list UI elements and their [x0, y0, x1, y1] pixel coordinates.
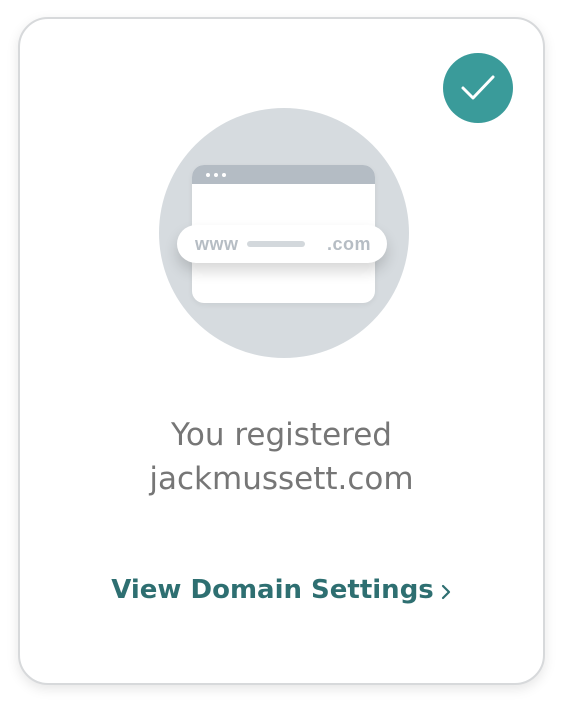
browser-title-bar: [192, 165, 375, 184]
link-label: View Domain Settings: [111, 575, 434, 605]
chevron-right-icon: [440, 582, 452, 602]
url-suffix: .com: [326, 233, 371, 254]
checkmark-icon: [461, 75, 495, 100]
message-line: You registered: [171, 417, 392, 453]
url-prefix: www: [195, 233, 239, 254]
window-dot-icon: [214, 172, 218, 177]
success-badge: [443, 53, 513, 123]
view-domain-settings-link[interactable]: View Domain Settings: [20, 575, 543, 605]
window-dot-icon: [206, 172, 210, 177]
url-placeholder-line: [246, 241, 305, 247]
window-dot-icon: [222, 172, 226, 177]
domain-registered-card: www .com You registered jackmussett.com …: [18, 17, 545, 685]
url-bar-illustration: www .com: [177, 225, 387, 263]
registration-message: You registered jackmussett.com: [20, 413, 543, 501]
registered-domain: jackmussett.com: [149, 461, 414, 497]
